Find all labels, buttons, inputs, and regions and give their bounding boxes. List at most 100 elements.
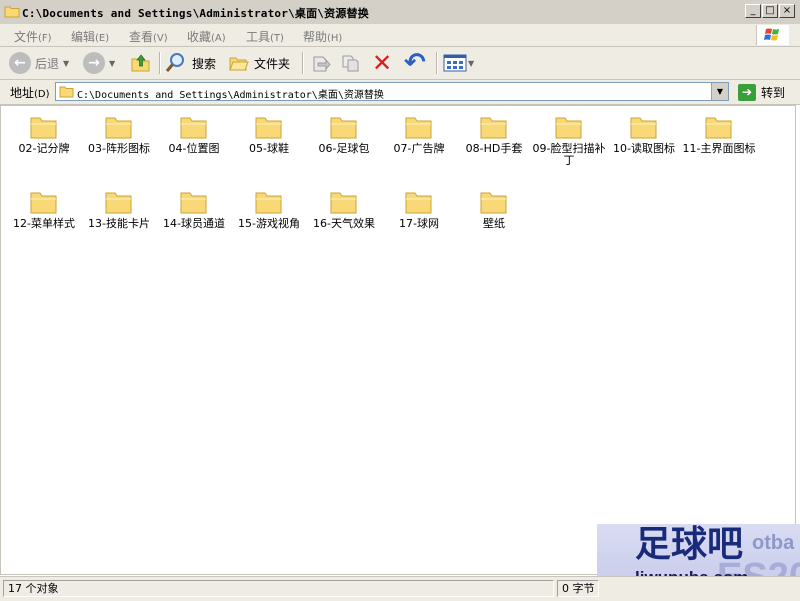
folder-item[interactable]: 05-球鞋 [232,114,306,155]
copy-to-icon [342,55,359,72]
search-label: 搜索 [192,56,217,71]
close-button[interactable]: × [779,4,795,18]
address-input[interactable]: C:\Documents and Settings\Administrator\… [55,82,729,101]
address-value: C:\Documents and Settings\Administrator\… [77,90,384,101]
title-bar: C:\Documents and Settings\Administrator\… [0,0,800,25]
folder-name: 11-主界面图标 [682,142,756,155]
copy-to-button[interactable] [340,50,362,76]
address-label: 地址(D) [10,86,50,100]
search-button[interactable]: 搜索 [164,50,216,76]
back-arrow-icon: ← [9,52,31,74]
delete-button[interactable]: ✕ [372,50,392,76]
folder-item[interactable]: 03-阵形图标 [82,114,156,155]
folder-icon [180,192,207,214]
folder-icon [405,192,432,214]
menu-edit[interactable]: 编辑(E) [71,28,109,45]
up-folder-icon [131,54,150,72]
folder-icon [4,6,20,18]
folder-item[interactable]: 04-位置图 [157,114,231,155]
toolbar-separator [302,52,304,74]
folder-icon [59,86,74,98]
folder-name: 08-HD手套 [465,142,523,155]
forward-dropdown-icon[interactable]: ▼ [109,59,115,68]
forward-button[interactable]: → ▼ [83,50,115,76]
folder-icon [180,117,207,139]
window-title: C:\Documents and Settings\Administrator\… [22,7,369,20]
folder-name: 05-球鞋 [249,142,289,155]
back-dropdown-icon[interactable]: ▼ [63,59,69,68]
move-to-icon [313,56,331,72]
folder-item[interactable]: 08-HD手套 [457,114,531,155]
forward-arrow-icon: → [83,52,105,74]
folder-icon [255,192,282,214]
menu-file[interactable]: 文件(F) [14,28,52,45]
menu-help[interactable]: 帮助(H) [303,28,342,45]
address-dropdown-icon[interactable]: ▼ [711,83,728,100]
back-button[interactable]: ← 后退 ▼ [9,50,69,76]
folder-item[interactable]: 13-技能卡片 [82,189,156,230]
folder-item[interactable]: 17-球网 [382,189,456,230]
watermark-deco-text: otba [752,532,795,554]
folder-item[interactable]: 壁纸 [457,189,531,230]
folder-icon [105,192,132,214]
folder-name: 15-游戏视角 [238,217,300,230]
folder-icon [555,117,582,139]
folder-item[interactable]: 11-主界面图标 [682,114,756,155]
status-object-count: 17 个对象 [3,580,554,597]
back-label: 后退 [35,56,60,71]
folder-icon [480,192,507,214]
go-label: 转到 [761,85,786,100]
undo-button[interactable]: ↶ [404,50,426,76]
folder-icon [30,117,57,139]
views-dropdown-icon[interactable]: ▼ [468,59,474,68]
menu-tools[interactable]: 工具(T) [246,28,284,45]
folder-item[interactable]: 16-天气效果 [307,189,381,230]
folder-item[interactable]: 14-球员通道 [157,189,231,230]
menu-view[interactable]: 查看(V) [129,28,168,45]
delete-icon: ✕ [372,49,393,77]
folder-name: 壁纸 [483,217,505,230]
folder-name: 14-球员通道 [163,217,225,230]
search-icon [165,53,184,72]
folder-name: 17-球网 [399,217,439,230]
address-bar: 地址(D) C:\Documents and Settings\Administ… [0,80,800,105]
views-button[interactable]: ▼ [443,50,474,76]
move-to-button[interactable] [310,50,332,76]
file-list[interactable]: 02-记分牌 03-阵形图标 04-位置图 05-球鞋 06-足球包 07-广告牌 08-H… [0,105,796,575]
folder-name: 06-足球包 [318,142,370,155]
folder-item[interactable]: 15-游戏视角 [232,189,306,230]
maximize-button[interactable]: □ [762,4,778,18]
toolbar: ← 后退 ▼ → ▼ 搜索 文件夹 ✕ ↶ ▼ [0,47,800,80]
undo-icon: ↶ [404,48,426,78]
windows-logo-icon [756,25,789,45]
watermark-title: 足球吧 [635,524,744,565]
folder-icon [705,117,732,139]
folders-icon [229,57,249,71]
folders-button[interactable]: 文件夹 [228,50,290,76]
folder-item[interactable]: 07-广告牌 [382,114,456,155]
folder-name: 02-记分牌 [18,142,70,155]
folder-item[interactable]: 10-读取图标 [607,114,681,155]
toolbar-separator [159,52,161,74]
folder-item[interactable]: 12-菜单样式 [7,189,81,230]
folder-icon [405,117,432,139]
minimize-button[interactable]: _ [745,4,761,18]
folder-name: 09-脸型扫描补丁 [532,142,606,167]
folder-item[interactable]: 06-足球包 [307,114,381,155]
folder-name: 16-天气效果 [313,217,375,230]
up-folder-button[interactable] [130,50,152,76]
folder-item[interactable]: 02-记分牌 [7,114,81,155]
folders-label: 文件夹 [254,56,291,71]
status-bar: 17 个对象 0 字节 [0,576,800,601]
folder-icon [330,117,357,139]
folder-name: 04-位置图 [168,142,220,155]
go-arrow-icon: ➔ [738,83,756,101]
folder-icon [105,117,132,139]
menu-favorites[interactable]: 收藏(A) [187,28,226,45]
folder-item[interactable]: 09-脸型扫描补丁 [532,114,606,167]
folder-icon [480,117,507,139]
go-button[interactable]: ➔ 转到 [738,83,785,101]
folder-icon [255,117,282,139]
views-icon [443,54,467,72]
folder-icon [330,192,357,214]
